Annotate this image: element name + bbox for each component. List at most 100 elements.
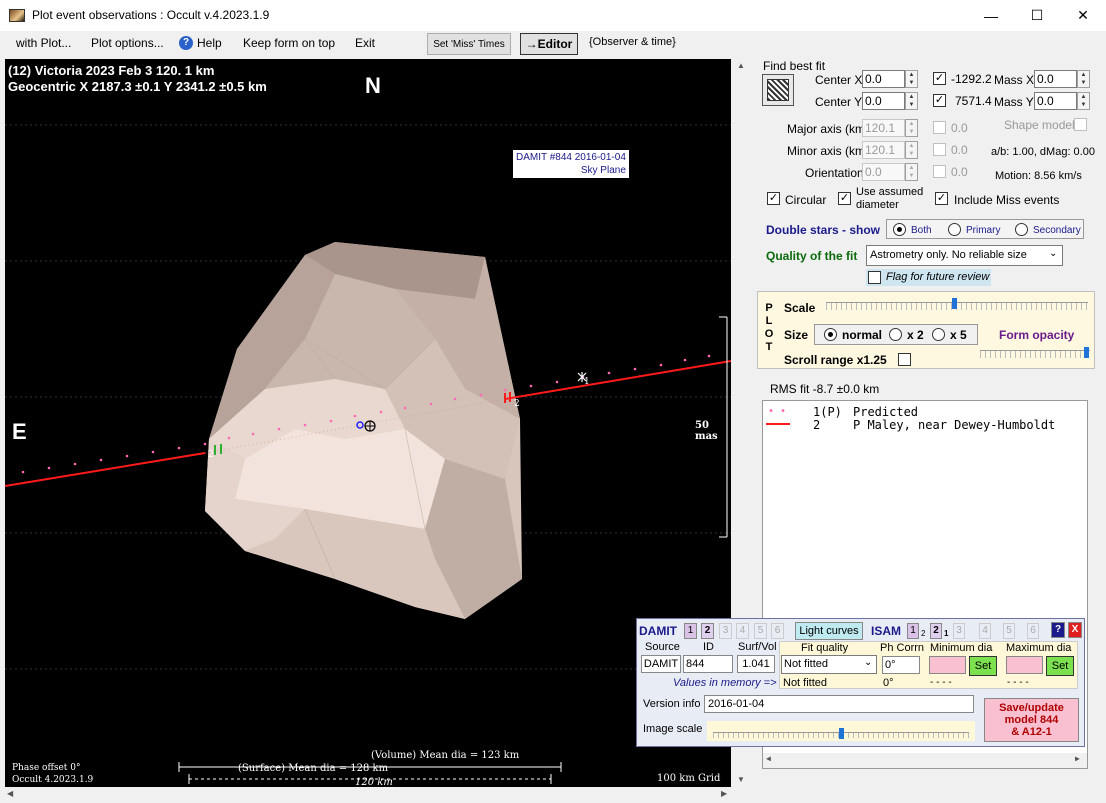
major-axis-checkbox[interactable] [933,121,946,134]
mass-y-input[interactable]: 0.0 [1034,92,1077,110]
isam-tab-1[interactable]: 1 [907,623,919,639]
right-vertical-scrollbar[interactable] [1090,398,1105,770]
close-window-button[interactable]: ✕ [1060,0,1106,31]
ph-corr-field[interactable]: 0° [882,656,920,674]
isam-sub-2: 2 [921,629,926,638]
observer-time-label[interactable]: {Observer & time} [589,36,676,48]
use-assumed-checkbox[interactable]: ✓ [838,192,851,205]
legend-scroll-left-icon[interactable]: ◀ [766,754,771,763]
isam-tab-6[interactable]: 6 [1027,623,1039,639]
save-update-button[interactable]: Save/update model 844 & A12-1 [984,698,1079,742]
minimize-button[interactable]: — [968,0,1014,31]
legend-scrollbar[interactable]: ◀ ▶ [763,753,1087,768]
max-dia-field[interactable] [1006,656,1043,674]
major-axis-input[interactable]: 120.1 [862,119,905,137]
isam-tab-3[interactable]: 3 [953,623,965,639]
damit-tab-4[interactable]: 4 [736,623,749,639]
mass-x-input[interactable]: 0.0 [1034,70,1077,88]
minor-axis-label: Minor axis (km) [787,144,870,158]
minor-axis-input[interactable]: 120.1 [862,141,905,159]
both-radio[interactable] [893,223,906,236]
primary-radio[interactable] [948,223,961,236]
scale-mas-label: 50 mas [695,420,718,442]
scroll-left-icon[interactable]: ◀ [7,789,13,798]
set-miss-times-button[interactable]: Set 'Miss' Times [427,33,511,55]
opacity-slider-thumb[interactable] [1083,347,1089,358]
size-x5-radio[interactable] [932,328,945,341]
id-field[interactable]: 844 [683,655,733,673]
min-dia-dash: - - - - [930,677,952,688]
plot-letter-o: O [764,328,774,340]
mass-y-spin[interactable]: ▲ ▼ [1077,92,1090,110]
orientation-input[interactable]: 0.0 [862,163,905,181]
damit-tab-5[interactable]: 5 [754,623,767,639]
center-y-spin[interactable]: ▲ ▼ [905,92,918,110]
legend-scroll-right-icon[interactable]: ▶ [1075,754,1080,763]
light-curves-button[interactable]: Light curves [795,622,863,640]
size-x2-radio[interactable] [889,328,902,341]
plot-horizontal-scrollbar[interactable]: ◀ ▶ [5,788,733,802]
plot-letter-t: T [765,341,773,353]
center-x-spin[interactable]: ▲ ▼ [905,70,918,88]
scroll-up-icon[interactable]: ▲ [737,61,745,70]
isam-tab-4[interactable]: 4 [979,623,991,639]
min-dia-field[interactable] [929,656,966,674]
version-info-label: Version info [643,698,701,710]
isam-tab-2[interactable]: 2 [930,623,942,639]
menu-help[interactable]: Help [197,36,222,50]
plot-canvas[interactable]: (12) Victoria 2023 Feb 3 120. 1 km Geoce… [5,59,731,787]
include-miss-checkbox[interactable]: ✓ [935,192,948,205]
major-axis-spin[interactable]: ▲ ▼ [905,119,918,137]
damit-tab-2[interactable]: 2 [701,623,714,639]
surf-vol-label: Surf/Vol [738,641,777,653]
max-dia-set-button[interactable]: Set [1046,656,1074,676]
fit-quality-select[interactable]: Not fitted ⌄ [781,655,877,674]
scroll-right-icon[interactable]: ▶ [721,789,727,798]
fit-quality-value: Not fitted [784,658,829,670]
version-info-field[interactable]: 2016-01-04 [704,695,974,713]
editor-button[interactable]: →Editor [520,33,578,55]
damit-tab-6[interactable]: 6 [771,623,784,639]
center-x-input[interactable]: 0.0 [862,70,905,88]
menu-exit[interactable]: Exit [355,36,375,50]
surf-vol-field[interactable]: 1.041 [737,655,775,673]
damit-tab-1[interactable]: 1 [684,623,697,639]
center-x-checkbox[interactable]: ✓ [933,72,946,85]
scroll-range-checkbox[interactable] [898,353,911,366]
isam-tab-5[interactable]: 5 [1003,623,1015,639]
shape-model-label: Shape model [1004,118,1075,132]
min-dia-set-button[interactable]: Set [969,656,997,676]
find-best-fit-button[interactable] [762,74,794,106]
damit-close-button[interactable]: X [1068,622,1082,638]
menu-plot-options[interactable]: Plot options... [91,36,164,50]
damit-help-button[interactable]: ? [1051,622,1065,638]
km-scale-label: 120 km [355,777,393,787]
opacity-slider-track[interactable] [980,350,1090,358]
size-x5-label: x 5 [950,328,967,342]
flag-review-checkbox[interactable] [868,271,881,284]
shape-model-checkbox[interactable] [1074,118,1087,131]
damit-tab-3[interactable]: 3 [719,623,732,639]
circular-checkbox[interactable]: ✓ [767,192,780,205]
secondary-radio[interactable] [1015,223,1028,236]
maximize-button[interactable]: ☐ [1014,0,1060,31]
menu-with-plot[interactable]: with Plot... [16,36,71,50]
size-normal-radio[interactable] [824,328,837,341]
menu-keep-on-top[interactable]: Keep form on top [243,36,335,50]
source-field[interactable]: DAMIT [641,655,681,673]
minor-axis-checkbox[interactable] [933,143,946,156]
orientation-spin[interactable]: ▲ ▼ [905,163,918,181]
center-y-checkbox[interactable]: ✓ [933,94,946,107]
mass-x-spin[interactable]: ▲ ▼ [1077,70,1090,88]
center-y-input[interactable]: 0.0 [862,92,905,110]
scale-slider-thumb[interactable] [952,298,958,309]
damit-plot-label-2: Sky Plane [580,165,626,176]
plot-letters: P L O T [764,302,774,354]
find-best-fit-label: Find best fit [763,59,826,73]
scroll-down-icon[interactable]: ▼ [737,775,745,784]
orientation-checkbox[interactable] [933,165,946,178]
quality-select[interactable]: Astrometry only. No reliable size ⌄ [866,245,1063,266]
image-scale-slider-thumb[interactable] [839,728,844,739]
minor-axis-spin[interactable]: ▲ ▼ [905,141,918,159]
help-icon[interactable]: ? [179,36,193,50]
